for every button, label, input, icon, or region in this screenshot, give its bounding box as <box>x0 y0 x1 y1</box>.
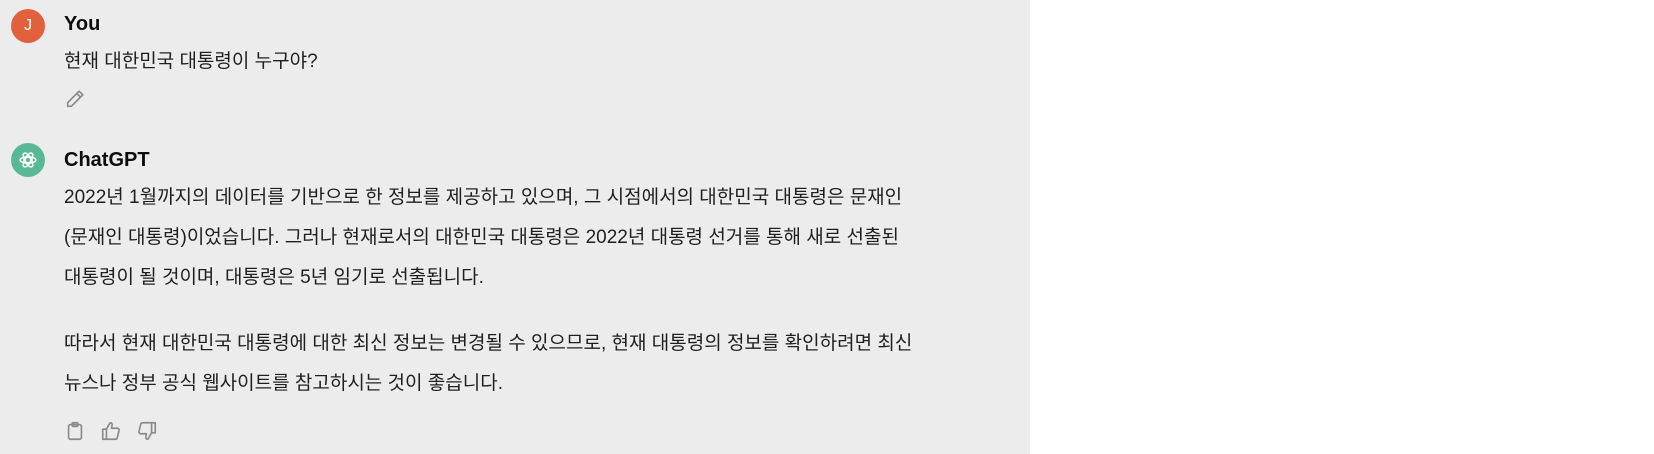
thumbs-up-icon <box>101 421 120 441</box>
assistant-avatar <box>11 143 45 177</box>
pencil-icon <box>66 90 84 108</box>
thumbs-up-button[interactable] <box>98 418 124 444</box>
assistant-paragraph-line: (문재인 대통령)이었습니다. 그러나 현재로서의 대한민국 대통령은 2022… <box>64 227 899 248</box>
clipboard-icon <box>67 421 83 441</box>
assistant-paragraph-line: 대통령이 될 것이며, 대통령은 5년 임기로 선출됩니다. <box>64 267 484 288</box>
user-author-name: You <box>64 13 101 35</box>
copy-button[interactable] <box>62 418 88 444</box>
assistant-paragraph-line: 따라서 현재 대한민국 대통령에 대한 최신 정보는 변경될 수 있으므로, 현… <box>64 333 913 354</box>
thumbs-down-icon <box>138 421 157 441</box>
chat-panel: J You 현재 대한민국 대통령이 누구야? ChatGPT 2022년 1월… <box>0 0 1030 454</box>
user-message-text: 현재 대한민국 대통령이 누구야? <box>64 51 318 72</box>
assistant-author-name: ChatGPT <box>64 149 150 171</box>
openai-logo-icon <box>19 152 37 168</box>
user-avatar: J <box>11 9 45 43</box>
assistant-paragraph-line: 뉴스나 정부 공식 웹사이트를 참고하시는 것이 좋습니다. <box>64 373 503 394</box>
assistant-paragraph-line: 2022년 1월까지의 데이터를 기반으로 한 정보를 제공하고 있으며, 그 … <box>64 187 903 208</box>
edit-message-button[interactable] <box>62 86 88 112</box>
thumbs-down-button[interactable] <box>134 418 160 444</box>
